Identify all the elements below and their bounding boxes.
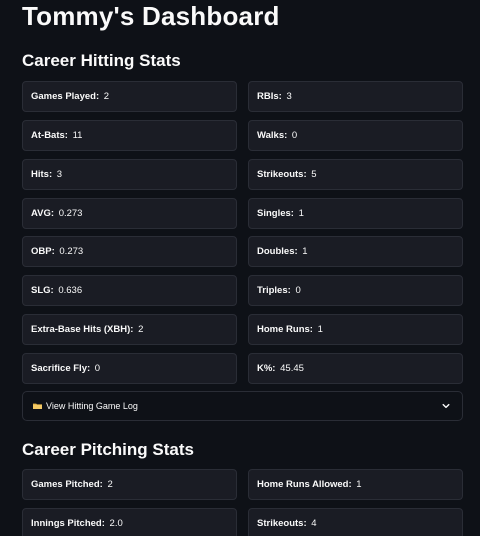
stat-label: SLG: — [31, 285, 54, 296]
stat-card-rbis: RBIs: 3 — [248, 81, 463, 112]
stat-value: 45.45 — [280, 363, 304, 374]
stat-value: 5 — [311, 169, 317, 180]
pitching-section-header: Career Pitching Stats — [22, 440, 194, 459]
stat-value: 2.0 — [109, 518, 123, 529]
stat-value: 0.273 — [59, 246, 84, 257]
stat-card-avg: AVG: 0.273 — [22, 198, 237, 229]
stat-label: Games Played: — [31, 91, 100, 102]
stat-value: 3 — [56, 169, 63, 180]
stat-card-triples: Triples: 0 — [248, 275, 463, 306]
stat-value: 4 — [311, 518, 317, 529]
stat-label: K%: — [257, 363, 276, 374]
stat-value: 1 — [317, 324, 323, 335]
hitting-section-header: Career Hitting Stats — [22, 51, 181, 70]
stat-value: 1 — [298, 208, 304, 219]
stat-card-singles: Singles: 1 — [248, 198, 463, 229]
stat-card-hits: Hits: 3 — [22, 159, 237, 190]
stat-value: 1 — [356, 479, 362, 490]
stat-label: Strikeouts: — [257, 518, 307, 529]
stat-label: Triples: — [257, 285, 291, 296]
stat-value: 0.273 — [58, 208, 83, 219]
stat-card-xbh: Extra-Base Hits (XBH): 2 — [22, 314, 237, 345]
stat-value: 2 — [138, 324, 144, 335]
stat-card-at-bats: At-Bats: 11 — [22, 120, 237, 151]
stat-label: Singles: — [257, 208, 294, 219]
stat-value: 0.636 — [58, 285, 83, 296]
stat-label: At-Bats: — [31, 130, 68, 141]
stat-value: 2 — [107, 479, 113, 490]
stat-card-home-runs: Home Runs: 1 — [248, 314, 463, 345]
stat-label: Walks: — [257, 130, 288, 141]
stat-label: Home Runs: — [257, 324, 313, 335]
stat-label: Home Runs Allowed: — [257, 479, 352, 490]
folder-icon — [33, 403, 42, 409]
stat-label: Doubles: — [257, 246, 298, 257]
stat-card-slg: SLG: 0.636 — [22, 275, 237, 306]
stat-label: OBP: — [31, 246, 55, 257]
stat-value: 11 — [72, 130, 83, 141]
dashboard-page: Tommy's Dashboard Career Hitting Stats G… — [0, 0, 480, 536]
stat-card-innings-pitched: Innings Pitched: 2.0 — [22, 508, 237, 536]
stat-card-games-played: Games Played: 2 — [22, 81, 237, 112]
expander-label: View Hitting Game Log — [46, 401, 138, 411]
stat-value: 0 — [94, 363, 101, 374]
stat-value: 0 — [295, 285, 301, 296]
stat-card-home-runs-allowed: Home Runs Allowed: 1 — [248, 469, 463, 500]
stat-label: AVG: — [31, 208, 55, 219]
stat-card-obp: OBP: 0.273 — [22, 236, 237, 267]
stat-value: 2 — [103, 91, 110, 102]
stat-value: 3 — [286, 91, 292, 102]
stat-label: RBIs: — [257, 91, 282, 102]
stat-label: Extra-Base Hits (XBH): — [31, 324, 134, 335]
hitting-game-log-expander[interactable]: View Hitting Game Log — [22, 391, 463, 421]
stat-card-games-pitched: Games Pitched: 2 — [22, 469, 237, 500]
stat-label: Innings Pitched: — [31, 518, 105, 529]
stat-card-pitching-strikeouts: Strikeouts: 4 — [248, 508, 463, 536]
page-title: Tommy's Dashboard — [22, 1, 280, 31]
stat-card-doubles: Doubles: 1 — [248, 236, 463, 267]
stat-value: 0 — [291, 130, 298, 141]
stat-card-k-percent: K%: 45.45 — [248, 353, 463, 384]
stat-label: Strikeouts: — [257, 169, 307, 180]
chevron-down-icon[interactable] — [442, 402, 450, 410]
stat-card-strikeouts: Strikeouts: 5 — [248, 159, 463, 190]
stat-label: Hits: — [31, 169, 53, 180]
stat-value: 1 — [302, 246, 308, 257]
stat-card-sacrifice-fly: Sacrifice Fly: 0 — [22, 353, 237, 384]
stat-label: Sacrifice Fly: — [31, 363, 91, 374]
stat-label: Games Pitched: — [31, 479, 103, 490]
stat-card-walks: Walks: 0 — [248, 120, 463, 151]
